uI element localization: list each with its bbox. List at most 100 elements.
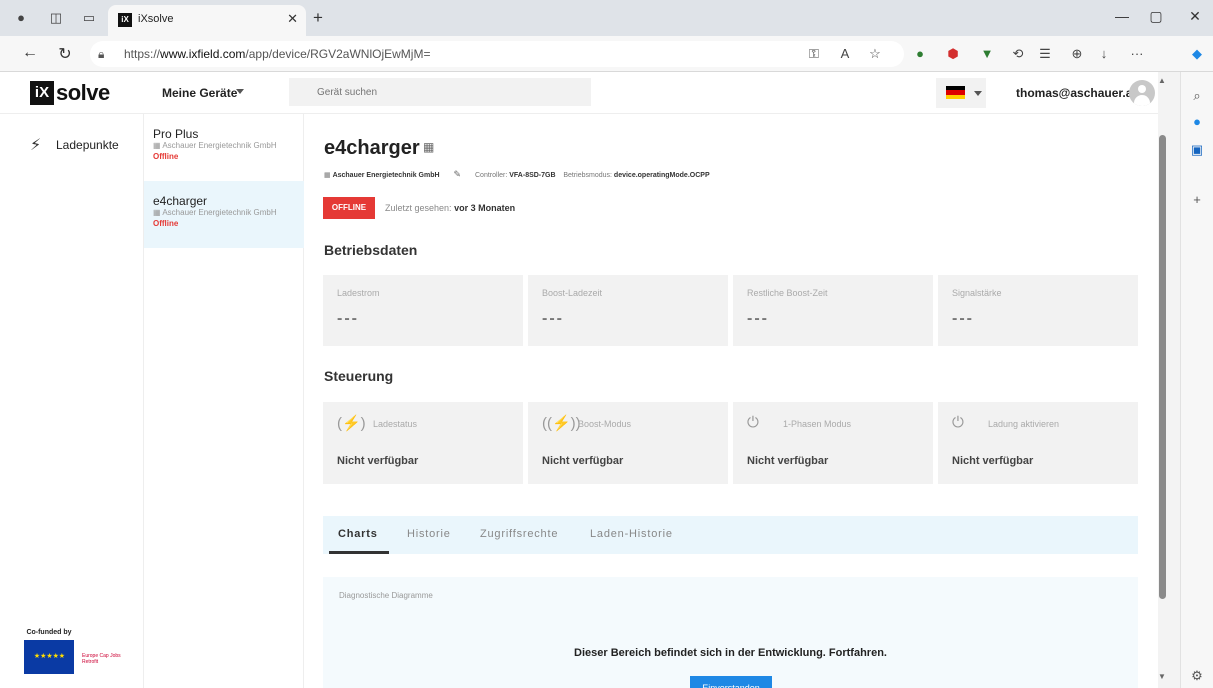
lock-icon[interactable]: 🔒︎ (98, 47, 104, 62)
controller-id: VFA-8SD-7GB (509, 172, 556, 179)
operating-mode: device.operatingMode.OCPP (613, 172, 710, 179)
eu-cofunding-logo: Co-funded by ★ ★ ★ ★ ★ Europe Cap Jobs R… (24, 629, 134, 674)
qr-code-icon[interactable]: ▦ (423, 140, 434, 154)
chevron-down-icon[interactable] (974, 91, 982, 96)
workspaces-icon[interactable]: ◫ (47, 9, 65, 27)
back-arrow-icon[interactable]: ← (20, 44, 40, 62)
ixsolve-favicon-icon: iX (118, 13, 132, 27)
add-sidebar-item-icon[interactable]: + (1189, 192, 1205, 208)
diagnostics-title: Diagnostische Diagramme (339, 591, 433, 600)
german-flag-icon (946, 86, 965, 99)
tab-actions-icon[interactable]: ▭ (80, 9, 98, 27)
url-text[interactable]: https://www.ixfield.com/app/device/RGV2a… (124, 47, 430, 61)
device-company: Aschauer Energietechnik GmbH (332, 172, 440, 179)
eu-flag-icon: ★ ★ ★ ★ ★ (24, 640, 74, 674)
partner-logo: Europe Cap Jobs Retrofit (82, 653, 121, 665)
tab-charts[interactable]: Charts (338, 528, 378, 540)
collections-icon[interactable]: ⊕ (1068, 46, 1086, 62)
chevron-down-icon[interactable] (236, 89, 244, 94)
left-navigation: ⚡︎ Ladepunkte Co-funded by ★ ★ ★ ★ ★ Eur… (0, 114, 144, 688)
plug-icon: ⏻ (747, 414, 759, 431)
development-notice: Dieser Bereich befindet sich in der Entw… (574, 647, 887, 659)
tab-laden-historie[interactable]: Laden-Historie (590, 528, 673, 540)
app-window: iX solve Meine Geräte thomas@aschauer.at… (0, 72, 1158, 688)
active-tab-indicator (329, 551, 389, 554)
scroll-down-icon[interactable]: ▼ (1158, 672, 1166, 681)
office-icon[interactable]: ● (1189, 114, 1205, 130)
status-badge: OFFLINE (323, 197, 375, 219)
device-status: Offline (153, 219, 179, 228)
nav-item-ladepunkte[interactable]: ⚡︎ Ladepunkte (30, 135, 119, 155)
charging-station-icon: ⚡︎ (30, 137, 42, 154)
control-card-ladestatus[interactable]: (⚡) Ladestatus Nicht verfügbar (323, 402, 523, 484)
device-company: ▦ Aschauer Energietechnik GmbH (153, 141, 277, 150)
eu-caption: Co-funded by (26, 629, 72, 636)
device-company: ▦ Aschauer Energietechnik GmbH (153, 208, 277, 217)
downloads-icon[interactable]: ↓ (1095, 46, 1113, 61)
settings-gear-icon[interactable]: ⚙ (1189, 668, 1205, 684)
device-list-item-selected[interactable]: e4charger ▦ Aschauer Energietechnik GmbH… (144, 181, 304, 248)
control-card-boost-modus[interactable]: ((⚡)) Boost-Modus Nicht verfügbar (528, 402, 728, 484)
device-search-input[interactable] (289, 78, 591, 106)
ixsolve-logo[interactable]: iX solve (30, 80, 110, 105)
boost-mode-icon: ((⚡)) (542, 415, 581, 432)
scroll-up-icon[interactable]: ▲ (1158, 76, 1166, 85)
logo-mark: iX (30, 81, 54, 105)
key-icon[interactable]: ⚿ (805, 46, 823, 62)
more-menu-icon[interactable]: ··· (1128, 46, 1146, 61)
vue-devtools-icon[interactable]: ▼ (978, 46, 996, 61)
device-name: Pro Plus (153, 127, 199, 141)
restore-button[interactable]: ▢ (1146, 8, 1166, 25)
tab-zugriffsrechte[interactable]: Zugriffsrechte (480, 528, 558, 540)
refresh-icon[interactable]: ↻ (55, 44, 75, 64)
read-aloud-icon[interactable]: A (836, 46, 854, 61)
avatar[interactable] (1129, 80, 1155, 106)
tab-close-icon[interactable]: ✕ (287, 11, 298, 27)
browser-tab-bar: ● ◫ ▭ iX iXsolve ✕ + — ▢ ✕ (0, 0, 1213, 36)
charging-status-icon: (⚡) (337, 415, 366, 432)
extension-icon[interactable]: ● (911, 46, 929, 61)
browser-tab[interactable]: iX iXsolve ✕ (108, 5, 306, 36)
control-heading: Steuerung (324, 368, 394, 384)
profile-icon[interactable]: ● (12, 9, 30, 27)
tab-title: iXsolve (138, 13, 174, 25)
outlook-icon[interactable]: ▣ (1189, 142, 1205, 158)
split-screen-icon[interactable]: ⟲ (1009, 46, 1027, 62)
search-icon[interactable]: ⌕ (1189, 88, 1205, 104)
adblock-icon[interactable]: ⬢ (944, 46, 962, 62)
minimize-button[interactable]: — (1112, 8, 1132, 24)
device-title: e4charger (324, 137, 420, 159)
user-email[interactable]: thomas@aschauer.at (1016, 86, 1136, 100)
favorite-star-icon[interactable]: ☆ (866, 46, 884, 62)
plug-icon: ⏻ (952, 414, 964, 431)
device-name: e4charger (153, 194, 208, 208)
nav-item-label: Ladepunkte (56, 138, 119, 152)
favorites-icon[interactable]: ☰ (1036, 46, 1054, 62)
scrollbar-thumb[interactable] (1159, 135, 1166, 599)
browser-sidebar: ⌕ ● ▣ + ⚙ (1180, 72, 1213, 688)
metric-card-restliche-boost-zeit: Restliche Boost-Zeit --- (733, 275, 933, 346)
close-window-button[interactable]: ✕ (1185, 8, 1205, 25)
device-status: Offline (153, 152, 179, 161)
browser-toolbar: ← ↻ 🔒︎ https://www.ixfield.com/app/devic… (0, 36, 1213, 72)
device-list-item[interactable]: Pro Plus ▦ Aschauer Energietechnik GmbH … (144, 114, 304, 181)
tab-historie[interactable]: Historie (407, 528, 451, 540)
device-meta: ▦ Aschauer Energietechnik GmbH ✎ Control… (324, 169, 710, 179)
copilot-icon[interactable]: ◆ (1188, 46, 1206, 62)
operating-data-heading: Betriebsdaten (324, 242, 418, 258)
metric-card-signalstaerke: Signalstärke --- (938, 275, 1138, 346)
control-card-ladung-aktivieren[interactable]: ⏻ Ladung aktivieren Nicht verfügbar (938, 402, 1138, 484)
detail-tabs: Charts Historie Zugriffsrechte Laden-His… (323, 516, 1138, 554)
logo-text: solve (56, 80, 110, 105)
address-bar[interactable]: 🔒︎ https://www.ixfield.com/app/device/RG… (90, 41, 904, 67)
my-devices-menu[interactable]: Meine Geräte (162, 86, 237, 100)
edit-pencil-icon[interactable]: ✎ (454, 169, 462, 179)
device-detail: e4charger ▦ ▦ Aschauer Energietechnik Gm… (304, 114, 1158, 688)
diagnostics-panel: Diagnostische Diagramme Dieser Bereich b… (323, 577, 1138, 688)
metric-card-boost-ladezeit: Boost-Ladezeit --- (528, 275, 728, 346)
control-card-1-phasen-modus[interactable]: ⏻ 1-Phasen Modus Nicht verfügbar (733, 402, 933, 484)
device-list: Pro Plus ▦ Aschauer Energietechnik GmbH … (144, 114, 304, 688)
agree-button[interactable]: Einverstanden (690, 676, 772, 688)
new-tab-button[interactable]: + (313, 8, 323, 28)
metric-card-ladestrom: Ladestrom --- (323, 275, 523, 346)
